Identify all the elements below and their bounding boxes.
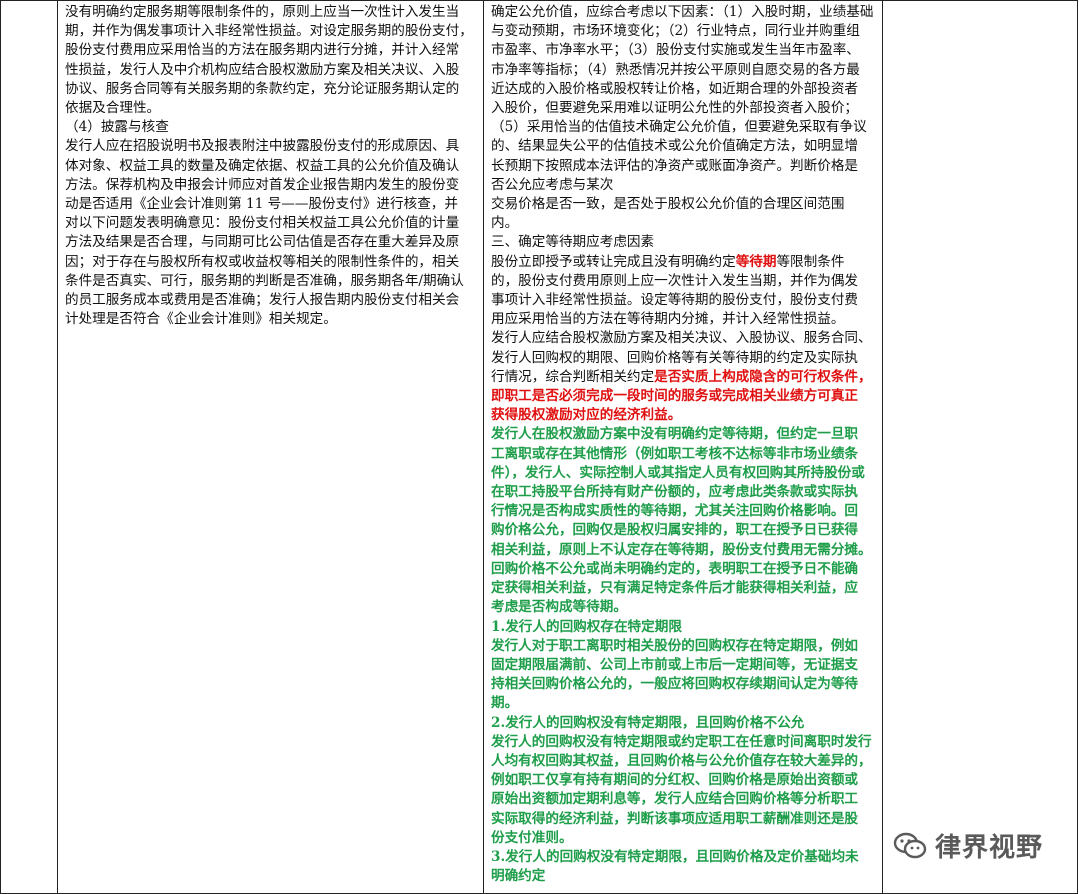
green-text-line: 明确约定 (491, 868, 546, 885)
text-line: 入股价，但要避免采用难以证明公允性的外部投资者入股价； (491, 100, 859, 117)
waiting-period-paragraph: 的，股份支付费用原则上应一次性计入发生当期，并作为偶发 事项计入非经常性损益。设定… (491, 272, 877, 368)
table-border-right (1077, 1, 1078, 893)
text-line: 依据及合理性。 (65, 100, 161, 117)
green-text-line: 在职工持股平台所持有财产份额的，应考虑此类条款或实际执 (491, 484, 859, 501)
text-line: 方法及结果是否合理，与同期可比公司估值是否存在重大差异及原 (65, 234, 460, 251)
green-text-line: 定获得相关利益，只有满足特定条件后才能获得相关利益，应 (491, 580, 859, 597)
fair-value-paragraph: 确定公允价值，应综合考虑以下因素：（1）入股时期，业绩基础 与变动预期，市场环境变… (491, 3, 877, 233)
green-highlight-block: 发行人在股权激励方案中没有明确约定等待期，但约定一旦职 工离职或存在其他情形（例如… (491, 425, 877, 886)
text-line: 否公允应考虑与某次 (491, 176, 614, 193)
text-line: 发行人应结合股权激励方案及相关决议、入股协议、服务合同、 (491, 330, 872, 347)
text-line: 性损益，发行人及中介机构应结合股权激励方案及相关决议、入股 (65, 61, 460, 78)
watermark-text: 律界视野 (935, 833, 1044, 863)
red-highlight-block: 即职工是否必须完成一段时间的服务或完成相关业绩方可真正 获得股权激励对应的经济利益… (491, 387, 877, 425)
mixed-line: 行情况，综合判断相关约定是否实质上构成隐含的可行权条件， (491, 368, 872, 385)
green-text-line: 3.发行人的回购权没有特定期限，且回购价格及定价基础均未 (491, 848, 859, 865)
right-text-cell: 确定公允价值，应综合考虑以下因素：（1）入股时期，业绩基础 与变动预期，市场环境变… (491, 3, 877, 886)
green-text-line: 行情况是否构成实质性的等待期，尤其关注回购价格影响。回 (491, 503, 859, 520)
text-line: 股份支付费用应采用恰当的方法在服务期内进行分摊，并计入经常 (65, 42, 460, 59)
text-line: 事项计入非经常性损益。设定等待期的股份支付，股份支付费 (491, 292, 859, 309)
green-text-line: 1.发行人的回购权存在特定期限 (491, 618, 682, 635)
green-text-line: 回购价格不公允或尚未明确约定的，表明职工在授予日不能确 (491, 560, 859, 577)
text-line: 的员工服务成本或费用是否准确；发行人报告期内股份支付相关会 (65, 292, 460, 309)
text-line: 计处理是否符合《企业会计准则》相关规定。 (65, 311, 337, 328)
green-text-line: 实际取得的经济利益，判断该事项应适用职工薪酬准则还是股 (491, 810, 859, 827)
green-text-line: 持相关回购价格公允的，一般应将回购权存续期间认定为等待 (491, 676, 859, 693)
text-line: 发行人应在招股说明书及报表附注中披露股份支付的形成原因、具 (65, 138, 460, 155)
green-text-line: 例如职工仅享有持有期间的分红权、回购价格是原始出资额或 (491, 772, 859, 789)
text-line: 长预期下按照成本法评估的净资产或账面净资产。判断价格是 (491, 157, 859, 174)
text-line: 发行人回购权的期限、回购价格等有关等待期的约定及实际执 (491, 349, 859, 366)
table-border-2 (483, 1, 484, 893)
text-line: 没有明确约定服务期等限制条件的，原则上应当一次性计入发生当 (65, 4, 460, 20)
text-line: （5）采用恰当的估值技术确定公允价值，但要避免采取有争议 (491, 119, 867, 136)
left-text-cell: 没有明确约定服务期等限制条件的，原则上应当一次性计入发生当 期，并作为偶发事项计入… (65, 3, 477, 329)
text-line: 与变动预期，市场环境变化；（2）行业特点，同行业并购重组 (491, 23, 860, 40)
green-text-line: 件），发行人、实际控制人或其指定人员有权回购其所持股份或 (491, 464, 865, 481)
text-line: 协议、服务合同等有关服务期的条款约定，充分论证服务期认定的 (65, 80, 460, 97)
waiting-period-line: 股份立即授予或转让完成且没有明确约定等待期等限制条件 (491, 253, 845, 270)
text-line: 市盈率、市净率水平；（3）股份支付实施或发生当年市盈率、 (491, 42, 860, 59)
text-line: 动是否适用《企业会计准则第 11 号——股份支付》进行核查，并 (65, 196, 458, 213)
table-border-left (0, 1, 1, 893)
waiting-period-highlight: 等待期 (735, 253, 777, 270)
text-line: 交易价格是否一致，是否处于股权公允价值的合理区间范围 (491, 196, 845, 213)
wechat-icon (893, 832, 927, 858)
text-line: 因；对于存在与股权所有权或收益权等相关的限制性条件的，相关 (65, 253, 460, 270)
watermark: 律界视野 (893, 827, 1043, 864)
green-text-line: 相关利益，原则上不认定存在等待期，股份支付费用无需分摊。 (491, 541, 872, 558)
green-text-line: 购价格公允，回购仅是股权归属安排的，职工在授予日已获得 (491, 522, 859, 539)
green-text-line: 份支付准则。 (491, 829, 573, 846)
text-line: 的，股份支付费用原则上应一次性计入发生当期，并作为偶发 (491, 272, 859, 289)
red-text-line: 即职工是否必须完成一段时间的服务或完成相关业绩方可真正 (491, 388, 859, 405)
red-text-line: 获得股权激励对应的经济利益。 (491, 407, 682, 424)
green-text-line: 期。 (491, 695, 519, 712)
green-text-line: 原始出资额加定期利息等，发行人应结合回购价格等分析职工 (491, 791, 859, 808)
text-line: 用应采用恰当的方法在等待期内分摊，并计入经常性损益。 (491, 311, 845, 328)
text-line: 期，并作为偶发事项计入非经常性损益。对设定服务期的股份支付， (65, 23, 473, 40)
text-line: 条件是否真实、可行，服务期的判断是否准确，服务期各年/期确认 (65, 272, 464, 289)
table-border-1 (57, 1, 58, 893)
document-table: 没有明确约定服务期等限制条件的，原则上应当一次性计入发生当 期，并作为偶发事项计入… (0, 0, 1078, 894)
green-text-line: 发行人在股权激励方案中没有明确约定等待期，但约定一旦职 (491, 426, 859, 443)
green-text-line: 固定期限届满前、公司上市前或上市后一定期间等，无证据支 (491, 656, 859, 673)
section-heading: 三、确定等待期应考虑因素 (491, 234, 655, 251)
text-line: 市净率等指标；（4）熟悉情况并按公平原则自愿交易的各方最 (491, 61, 860, 78)
text-line: 对以下问题发表明确意见：股份支付相关权益工具公允价值的计量 (65, 215, 460, 232)
text-line: 体对象、权益工具的数量及确定依据、权益工具的公允价值及确认 (65, 157, 460, 174)
green-text-line: 发行人对于职工离职时相关股份的回购权存在特定期限，例如 (491, 637, 859, 654)
green-text-line: 考虑是否构成等待期。 (491, 599, 627, 616)
green-text-line: 2.发行人的回购权没有特定期限，且回购价格不公允 (491, 714, 805, 731)
text-line: 近达成的入股价格或股权转让价格，如近期合理的外部投资者 (491, 80, 859, 97)
green-text-line: 发行人的回购权没有特定期限或约定职工在任意时间离职时发行 (491, 733, 872, 750)
green-text-line: 人均有权回购其权益，且回购价格与公允价值存在较大差异的， (491, 752, 872, 769)
text-line: 方法。保荐机构及申报会计师应对首发企业报告期内发生的股份变 (65, 176, 460, 193)
green-text-line: 工离职或存在其他情形（例如职工考核不达标等非市场业绩条 (491, 445, 859, 462)
table-border-3 (882, 1, 883, 893)
text-line: 的、结果显失公平的估值技术或公允价值确定方法，如明显增 (491, 138, 859, 155)
text-line: 内。 (491, 215, 519, 232)
text-line: （4）披露与核查 (65, 119, 169, 136)
text-line: 确定公允价值，应综合考虑以下因素：（1）入股时期，业绩基础 (491, 4, 874, 20)
